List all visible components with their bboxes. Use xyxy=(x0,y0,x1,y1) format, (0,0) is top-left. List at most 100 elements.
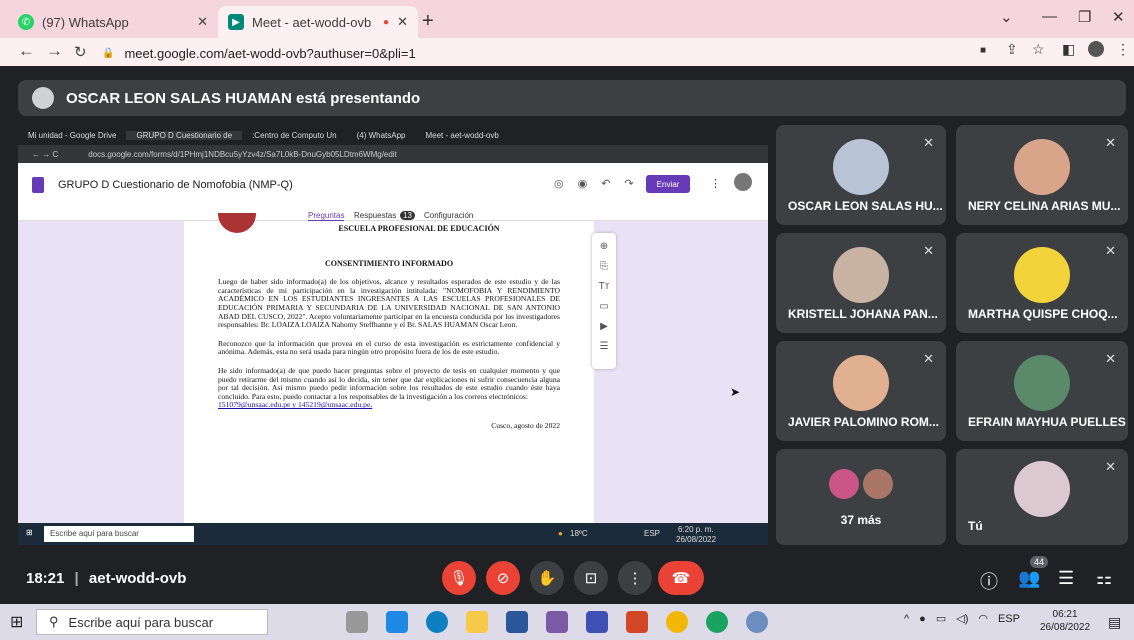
close-tab-icon[interactable]: ✕ xyxy=(197,14,208,30)
task-view-icon[interactable] xyxy=(346,611,368,633)
participant-avatar xyxy=(833,247,889,303)
taskbar-search[interactable]: ⚲ Escribe aquí para buscar xyxy=(36,609,268,635)
edge-icon[interactable] xyxy=(426,611,448,633)
consent-paragraph-2: Reconozco que la información que provea … xyxy=(218,338,560,357)
shared-avatar xyxy=(734,173,752,191)
self-name: Tú xyxy=(968,519,983,533)
responses-count-badge: 13 xyxy=(400,211,415,220)
participant-name: NERY CELINA ARIAS MU... xyxy=(968,199,1121,213)
activities-icon[interactable]: ⚏ xyxy=(1096,568,1112,589)
url-bar[interactable]: 🔒 meet.google.com/aet-wodd-ovb?authuser=… xyxy=(102,42,972,64)
self-tile[interactable]: ✕ Tú xyxy=(956,449,1128,545)
close-tab-icon[interactable]: ✕ xyxy=(397,14,408,30)
participant-tile[interactable]: ✕ OSCAR LEON SALAS HU... xyxy=(776,125,946,225)
more-options-button[interactable]: ⋮ xyxy=(618,561,652,595)
bookmark-star-icon[interactable]: ☆ xyxy=(1032,41,1045,58)
word-icon[interactable] xyxy=(506,611,528,633)
chrome-profile-icon[interactable] xyxy=(706,611,728,633)
people-icon[interactable]: 👥 xyxy=(1018,568,1040,589)
taskbar-clock[interactable]: 06:21 26/08/2022 xyxy=(1040,608,1090,634)
sidepanel-icon[interactable]: ◧ xyxy=(1062,41,1075,58)
shared-taskbar: ⊞ Escribe aquí para buscar ● 18ºC ESP 6:… xyxy=(18,523,768,545)
volume-icon[interactable]: ◁) xyxy=(956,612,968,625)
form-header: GRUPO D Cuestionario de Nomofobia (NMP-Q… xyxy=(18,163,768,222)
chrome-profile-icon[interactable] xyxy=(746,611,768,633)
shared-url-bar: ← → C docs.google.com/forms/d/1PHmj1NDBc… xyxy=(18,145,768,163)
consent-paragraph-1: Luego de haber sido informado(a) de los … xyxy=(218,277,560,330)
shared-nav-icons: ← → C xyxy=(32,149,59,159)
calendar-icon[interactable] xyxy=(586,611,608,633)
explorer-icon[interactable] xyxy=(466,611,488,633)
chevron-up-icon[interactable]: ^ xyxy=(904,613,909,625)
new-tab-button[interactable]: + xyxy=(422,10,434,33)
app-icon[interactable] xyxy=(546,611,568,633)
language-indicator[interactable]: ESP xyxy=(998,613,1020,625)
profile-avatar[interactable] xyxy=(1088,41,1104,57)
muted-mic-icon: ✕ xyxy=(923,135,934,150)
mic-toggle-button[interactable]: 🎙 xyxy=(442,561,476,595)
tab-meet[interactable]: ▶ Meet - aet-wodd-ovb ● ✕ xyxy=(218,6,418,38)
raise-hand-button[interactable]: ✋ xyxy=(530,561,564,595)
participant-avatar xyxy=(1014,247,1070,303)
participant-tile[interactable]: ✕ EFRAIN MAYHUA PUELLES xyxy=(956,341,1128,441)
muted-mic-icon: ✕ xyxy=(1105,351,1116,366)
presenting-banner: OSCAR LEON SALAS HUAMAN está presentando xyxy=(18,80,1126,116)
restore-button[interactable]: ❐ xyxy=(1078,8,1091,26)
wifi-icon[interactable]: ◠ xyxy=(978,612,988,625)
participant-tile[interactable]: ✕ NERY CELINA ARIAS MU... xyxy=(956,125,1128,225)
participant-name: KRISTELL JOHANA PAN... xyxy=(788,307,938,321)
participant-name: EFRAIN MAYHUA PUELLES xyxy=(968,415,1126,429)
more-icon: ⋮ xyxy=(710,178,721,190)
end-call-button[interactable]: ☎ xyxy=(658,561,704,595)
close-window-button[interactable]: ✕ xyxy=(1112,8,1125,26)
tab-label: (97) WhatsApp xyxy=(42,14,129,30)
battery-icon[interactable]: ▭ xyxy=(936,612,946,625)
chat-icon[interactable]: ☰ xyxy=(1058,568,1074,589)
participant-avatar xyxy=(829,468,859,499)
forward-icon[interactable]: → xyxy=(46,41,63,61)
self-avatar xyxy=(1014,461,1070,518)
shared-tab: Meet - aet-wodd-ovb xyxy=(425,130,499,140)
shared-date: 26/08/2022 xyxy=(676,535,717,544)
shared-url-text: docs.google.com/forms/d/1PHmj1NDBcu5yYzv… xyxy=(88,149,397,159)
powerpoint-icon[interactable] xyxy=(626,611,648,633)
tab-search-icon[interactable]: ⌄ xyxy=(1000,8,1013,26)
whatsapp-icon: ✆ xyxy=(18,14,34,30)
windows-start-icon[interactable]: ⊞ xyxy=(10,612,23,632)
camera-toggle-button[interactable]: ⊘ xyxy=(486,561,520,595)
more-participants-tile[interactable]: 37 más xyxy=(776,449,946,545)
chrome-icon[interactable] xyxy=(666,611,688,633)
tab-whatsapp[interactable]: ✆ (97) WhatsApp ✕ xyxy=(8,6,218,38)
participant-name: MARTHA QUISPE CHOQ... xyxy=(968,307,1118,321)
app-icon[interactable] xyxy=(386,611,408,633)
meeting-time: 18:21 xyxy=(26,570,65,587)
minimize-button[interactable]: — xyxy=(1042,8,1057,25)
start-icon: ⊞ xyxy=(26,528,33,537)
back-icon[interactable]: ← xyxy=(18,41,35,61)
share-icon[interactable]: ⇪ xyxy=(1006,41,1018,58)
search-placeholder: Escribe aquí para buscar xyxy=(68,614,214,630)
tab-label: Meet - aet-wodd-ovb xyxy=(252,14,372,30)
participant-avatar xyxy=(863,468,893,499)
menu-kebab-icon[interactable]: ⋮ xyxy=(1116,41,1130,58)
info-icon[interactable]: ⓘ xyxy=(980,568,998,594)
shared-tab: (4) WhatsApp xyxy=(356,130,406,140)
forms-icon xyxy=(32,177,44,193)
participant-count-badge: 44 xyxy=(1030,556,1049,568)
participant-avatar xyxy=(833,355,889,411)
form-title: GRUPO D Cuestionario de Nomofobia (NMP-Q… xyxy=(58,179,293,191)
taskbar-date: 26/08/2022 xyxy=(1040,622,1091,633)
app-tray-icon[interactable]: ● xyxy=(919,613,926,625)
participant-tile[interactable]: ✕ KRISTELL JOHANA PAN... xyxy=(776,233,946,333)
system-tray: ^ ● ▭ ◁) ◠ ESP xyxy=(904,612,1020,626)
participant-tile[interactable]: ✕ JAVIER PALOMINO ROM... xyxy=(776,341,946,441)
camera-icon[interactable]: ■ xyxy=(980,45,986,56)
notification-icon[interactable]: ▤ xyxy=(1108,614,1121,631)
consent-paragraph-3: He sido informado(a) de que puedo hacer … xyxy=(218,365,560,401)
participant-avatar xyxy=(1014,355,1070,411)
muted-mic-icon: ✕ xyxy=(923,351,934,366)
present-button[interactable]: ⊡ xyxy=(574,561,608,595)
reload-icon[interactable]: ↻ xyxy=(74,43,87,61)
participant-tile[interactable]: ✕ MARTHA QUISPE CHOQ... xyxy=(956,233,1128,333)
search-icon: ⚲ xyxy=(49,614,59,629)
